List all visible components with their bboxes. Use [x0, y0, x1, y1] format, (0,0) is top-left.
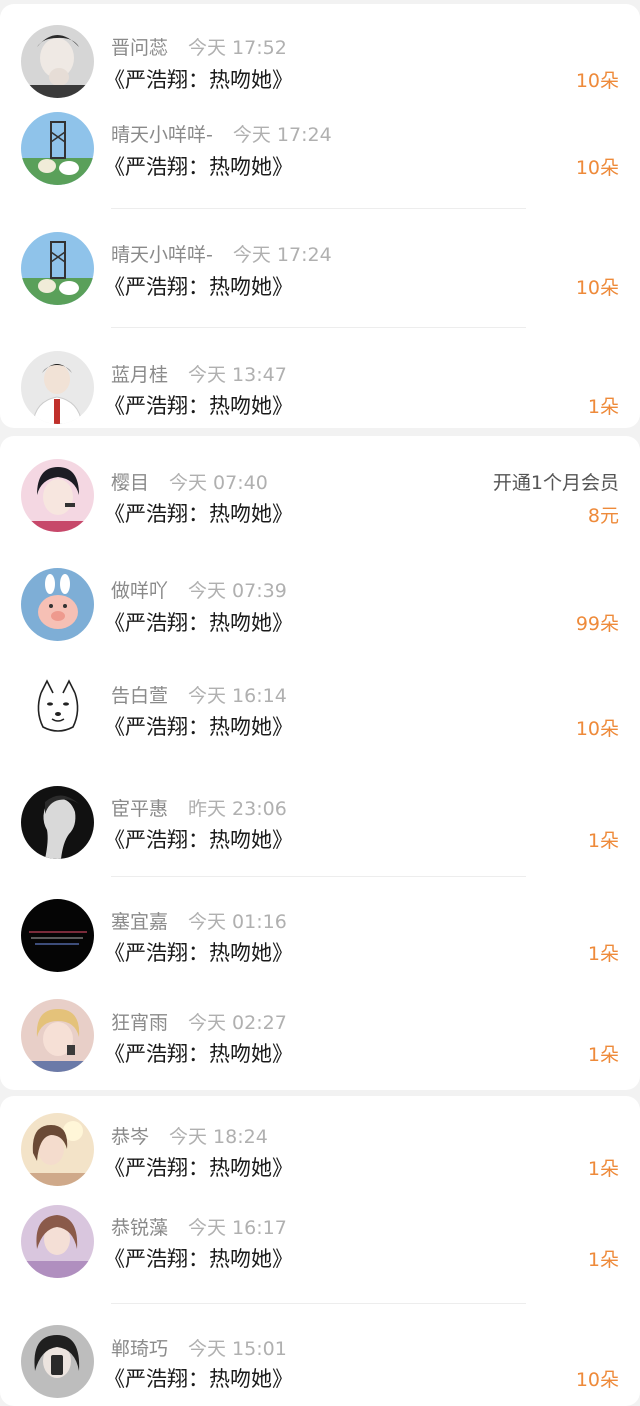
record-meta: 恭岑 今天 18:24 [111, 1122, 268, 1149]
record-time: 今天 15:01 [188, 1338, 287, 1360]
work-title[interactable]: 《严浩翔：热吻她》 [104, 824, 293, 854]
gift-amount: 1朵 [587, 830, 619, 852]
gift-record-row[interactable]: 蓝月桂 今天 13:47 《严浩翔：热吻她》 1朵 [0, 340, 640, 428]
work-title[interactable]: 《严浩翔：热吻她》 [104, 498, 293, 528]
record-meta: 晋问蕊 今天 17:52 [111, 33, 287, 60]
gift-amount: 1朵 [587, 1044, 619, 1066]
gift-record-row[interactable]: 塞宜嘉 今天 01:16 《严浩翔：热吻她》 1朵 [0, 889, 640, 989]
gift-amount: 1朵 [587, 1249, 619, 1271]
gift-amount: 10朵 [575, 718, 619, 740]
work-title[interactable]: 《严浩翔：热吻她》 [104, 1038, 293, 1068]
record-meta: 蓝月桂 今天 13:47 [111, 360, 287, 387]
gift-amount: 8元 [587, 505, 619, 527]
work-title[interactable]: 《严浩翔：热吻她》 [104, 390, 293, 420]
work-title[interactable]: 《严浩翔：热吻她》 [104, 937, 293, 967]
gift-record-row[interactable]: 晋问蕊 今天 17:52 《严浩翔：热吻她》 10朵 [0, 0, 640, 100]
gift-amount: 10朵 [575, 1369, 619, 1391]
record-time: 今天 16:17 [188, 1217, 287, 1239]
record-time: 今天 18:24 [169, 1126, 268, 1148]
work-title[interactable]: 《严浩翔：热吻她》 [104, 64, 293, 94]
avatar-dark-profile-icon[interactable] [21, 786, 94, 859]
gift-record-row[interactable]: 郸琦巧 今天 15:01 《严浩翔：热吻她》 10朵 [0, 1315, 640, 1399]
gift-amount: 10朵 [575, 70, 619, 92]
user-name[interactable]: 樱目 [111, 472, 149, 494]
avatar-tower-dog-icon[interactable] [21, 112, 94, 185]
user-name[interactable]: 晋问蕊 [111, 37, 168, 59]
avatar-doge-sketch-icon[interactable] [21, 671, 94, 744]
record-meta: 塞宜嘉 今天 01:16 [111, 907, 287, 934]
user-name[interactable]: 蓝月桂 [111, 364, 168, 386]
record-meta: 晴天小咩咩- 今天 17:24 [111, 120, 332, 147]
membership-note: 开通1个月会员 [492, 472, 619, 494]
gift-record-row[interactable]: 宦平惠 昨天 23:06 《严浩翔：热吻她》 1朵 [0, 776, 640, 876]
avatar-blond-boy-icon[interactable] [21, 999, 94, 1072]
work-title[interactable]: 《严浩翔：热吻她》 [104, 711, 293, 741]
row-divider [111, 208, 526, 209]
user-name[interactable]: 恭锐藻 [111, 1217, 168, 1239]
avatar-girl-sun-icon[interactable] [21, 1113, 94, 1186]
work-title[interactable]: 《严浩翔：热吻她》 [104, 1152, 293, 1182]
record-time: 今天 02:27 [188, 1012, 287, 1034]
avatar-girl-dream-icon[interactable] [21, 1205, 94, 1278]
record-meta: 宦平惠 昨天 23:06 [111, 794, 287, 821]
row-divider [111, 876, 526, 877]
record-time: 今天 17:24 [232, 124, 332, 146]
user-name[interactable]: 做咩吖 [111, 580, 168, 602]
gift-record-row[interactable]: 告白萱 今天 16:14 《严浩翔：热吻她》 10朵 [0, 664, 640, 772]
user-name[interactable]: 恭岑 [111, 1126, 149, 1148]
avatar-boy-hand-icon[interactable] [21, 25, 94, 98]
record-meta: 晴天小咩咩- 今天 17:24 [111, 240, 332, 267]
record-meta: 郸琦巧 今天 15:01 [111, 1334, 287, 1361]
record-meta: 恭锐藻 今天 16:17 [111, 1213, 287, 1240]
record-time: 今天 07:39 [188, 580, 287, 602]
gift-amount: 1朵 [587, 1158, 619, 1180]
record-time: 今天 17:52 [188, 37, 287, 59]
user-name[interactable]: 郸琦巧 [111, 1338, 168, 1360]
user-name[interactable]: 告白萱 [111, 685, 168, 707]
avatar-tower-dog-icon[interactable] [21, 232, 94, 305]
record-time: 今天 13:47 [188, 364, 287, 386]
record-time: 今天 07:40 [169, 472, 268, 494]
work-title[interactable]: 《严浩翔：热吻她》 [104, 1363, 293, 1393]
user-name[interactable]: 晴天小咩咩- [111, 244, 213, 266]
record-time: 今天 01:16 [188, 911, 287, 933]
gift-record-row[interactable]: 晴天小咩咩- 今天 17:24 《严浩翔：热吻她》 10朵 [0, 220, 640, 328]
avatar-boy-school-uniform-icon[interactable] [21, 351, 94, 424]
avatar-black-text-icon[interactable] [21, 899, 94, 972]
gift-record-row[interactable]: 樱目 今天 07:40 开通1个月会员 《严浩翔：热吻她》 8元 [0, 448, 640, 548]
gift-amount: 99朵 [575, 613, 619, 635]
record-meta: 狂宵雨 今天 02:27 [111, 1008, 287, 1035]
work-title[interactable]: 《严浩翔：热吻她》 [104, 151, 293, 181]
user-name[interactable]: 宦平惠 [111, 798, 168, 820]
user-name[interactable]: 晴天小咩咩- [111, 124, 213, 146]
gift-amount: 1朵 [587, 943, 619, 965]
gift-record-row[interactable]: 狂宵雨 今天 02:27 《严浩翔：热吻她》 1朵 [0, 990, 640, 1090]
record-meta: 做咩吖 今天 07:39 [111, 576, 287, 603]
avatar-idol-mic-icon[interactable] [21, 459, 94, 532]
gift-amount: 10朵 [575, 277, 619, 299]
row-divider [111, 1303, 526, 1304]
row-divider [111, 327, 526, 328]
work-title[interactable]: 《严浩翔：热吻她》 [104, 607, 293, 637]
gift-amount: 1朵 [587, 396, 619, 418]
work-title[interactable]: 《严浩翔：热吻她》 [104, 1243, 293, 1273]
record-meta: 告白萱 今天 16:14 [111, 681, 287, 708]
record-time: 今天 17:24 [232, 244, 332, 266]
work-title[interactable]: 《严浩翔：热吻她》 [104, 271, 293, 301]
user-name[interactable]: 塞宜嘉 [111, 911, 168, 933]
gift-record-row[interactable]: 晴天小咩咩- 今天 17:24 《严浩翔：热吻她》 10朵 [0, 100, 640, 200]
record-time: 昨天 23:06 [188, 798, 287, 820]
user-name[interactable]: 狂宵雨 [111, 1012, 168, 1034]
record-time: 今天 16:14 [188, 685, 287, 707]
avatar-pig-toy-icon[interactable] [21, 568, 94, 641]
avatar-girl-phone-icon[interactable] [21, 1325, 94, 1398]
record-meta: 樱目 今天 07:40 [111, 468, 268, 495]
gift-amount: 10朵 [575, 157, 619, 179]
gift-record-row[interactable]: 做咩吖 今天 07:39 《严浩翔：热吻她》 99朵 [0, 556, 640, 664]
gift-record-row[interactable]: 恭锐藻 今天 16:17 《严浩翔：热吻她》 1朵 [0, 1195, 640, 1303]
gift-record-row[interactable]: 恭岑 今天 18:24 《严浩翔：热吻她》 1朵 [0, 1103, 640, 1195]
